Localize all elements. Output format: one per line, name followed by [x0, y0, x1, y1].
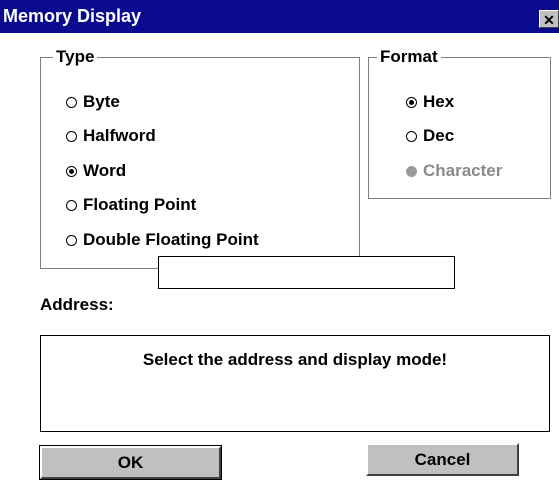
radio-button[interactable]	[406, 130, 417, 142]
radio-type-byte[interactable]: Byte	[66, 90, 120, 114]
radio-label: Dec	[423, 126, 455, 145]
radio-type-floating-point[interactable]: Floating Point	[66, 193, 196, 217]
radio-label: Floating Point	[83, 195, 197, 214]
radio-type-double-floating-point[interactable]: Double Floating Point	[66, 228, 259, 252]
radio-button[interactable]	[66, 130, 77, 142]
radio-format-character: Character	[406, 159, 502, 183]
radio-label: Hex	[423, 92, 455, 111]
radio-label: Word	[83, 161, 127, 180]
window-title: Memory Display	[3, 6, 142, 26]
format-group-label: Format	[377, 47, 441, 67]
radio-button[interactable]	[66, 234, 77, 246]
address-input[interactable]	[158, 256, 455, 289]
radio-type-halfword[interactable]: Halfword	[66, 124, 156, 148]
radio-label: Character	[423, 161, 503, 180]
radio-button-disabled	[406, 165, 417, 177]
message-box: Select the address and display mode!	[40, 335, 550, 432]
ok-button[interactable]: OK	[39, 445, 222, 480]
radio-button-checked[interactable]	[406, 96, 417, 108]
radio-format-hex[interactable]: Hex	[406, 90, 454, 114]
radio-type-word[interactable]: Word	[66, 159, 126, 183]
type-group-label: Type	[53, 47, 98, 67]
radio-label: Halfword	[83, 126, 156, 145]
radio-label: Double Floating Point	[83, 230, 259, 249]
close-icon: ✕	[543, 12, 555, 28]
radio-button-checked[interactable]	[66, 165, 77, 177]
radio-button[interactable]	[66, 96, 77, 108]
type-groupbox: Type Byte Halfword Word Floating Point D…	[40, 47, 360, 269]
cancel-button[interactable]: Cancel	[366, 443, 519, 476]
close-button[interactable]: ✕	[539, 10, 559, 28]
address-label: Address:	[40, 295, 114, 314]
radio-button[interactable]	[66, 199, 77, 211]
radio-label: Byte	[83, 92, 120, 111]
status-message: Select the address and display mode!	[142, 350, 448, 369]
radio-format-dec[interactable]: Dec	[406, 124, 454, 148]
title-bar: Memory Display ✕	[0, 0, 559, 33]
format-groupbox: Format Hex Dec Character	[368, 47, 551, 199]
